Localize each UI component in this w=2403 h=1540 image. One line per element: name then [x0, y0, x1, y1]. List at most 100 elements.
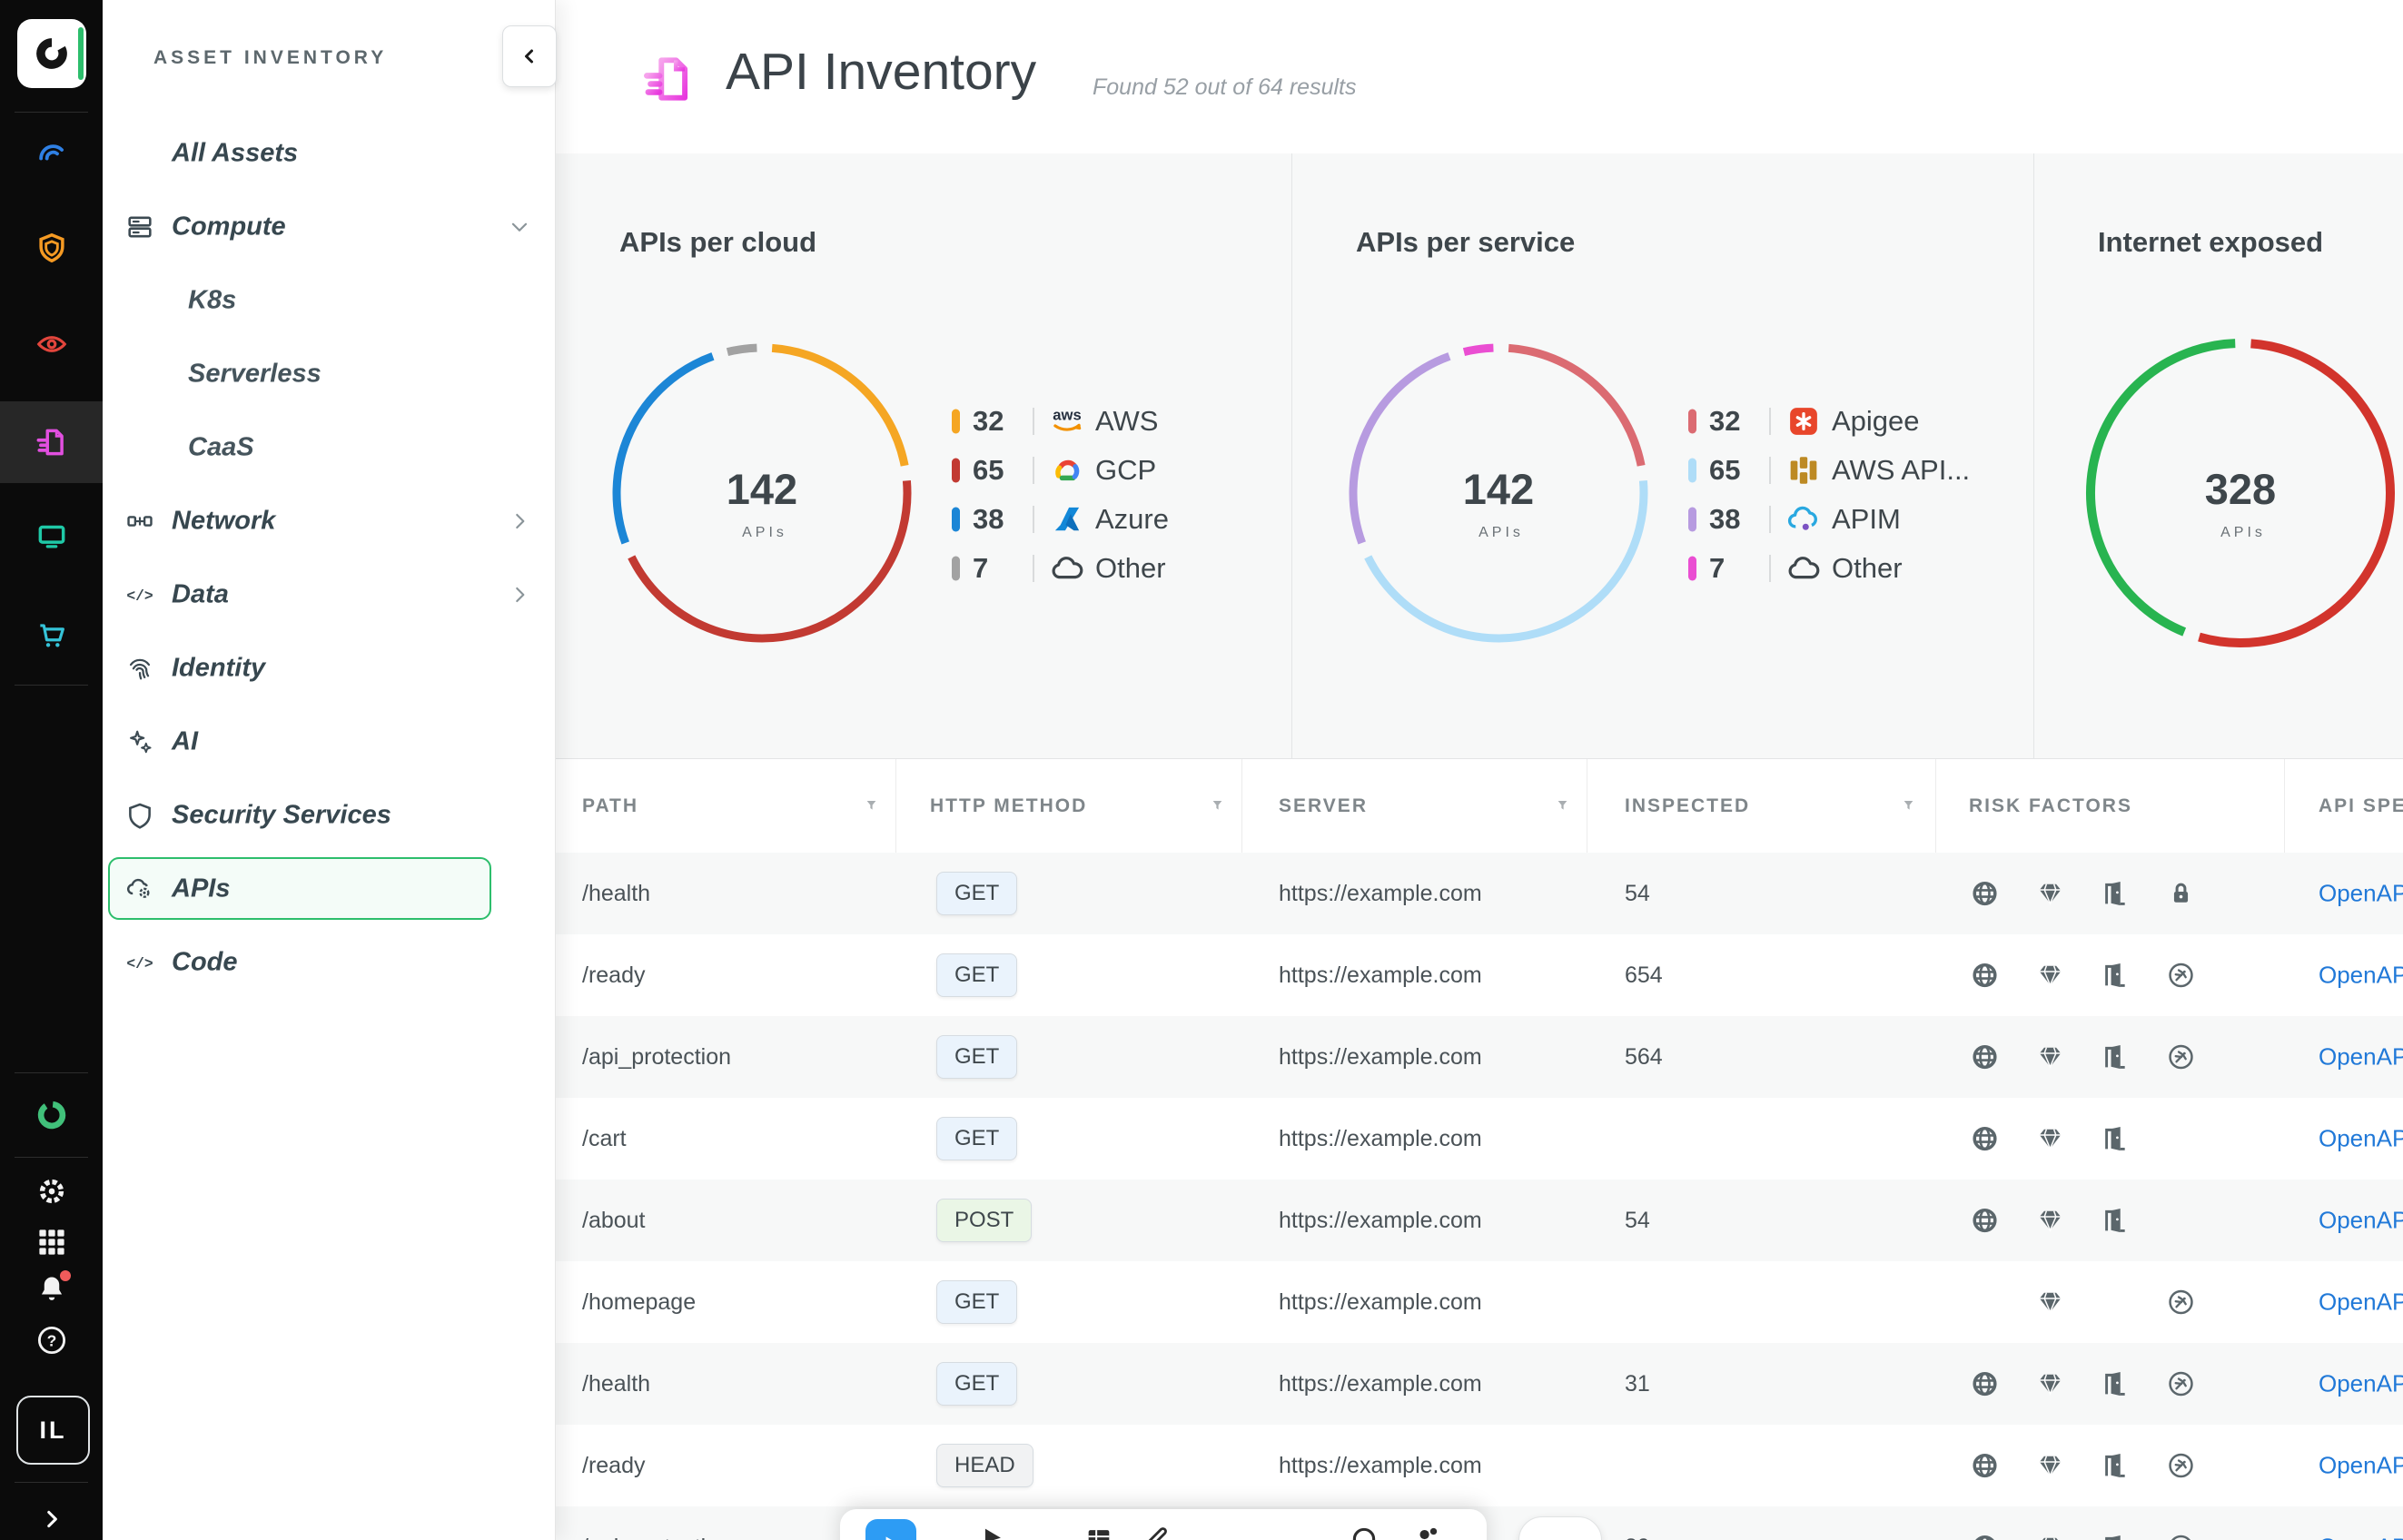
record-icon[interactable]: [1349, 1524, 1380, 1540]
column-header-path[interactable]: PATH: [582, 759, 638, 853]
filter-funnel-icon[interactable]: [1556, 798, 1572, 814]
selection-primary-button[interactable]: [865, 1519, 916, 1540]
sidebar-item-all-assets[interactable]: All Assets: [103, 116, 555, 190]
rail-expand-button[interactable]: [0, 1498, 103, 1540]
sidebar-item-security-services[interactable]: Security Services: [103, 778, 555, 852]
sensitive-data-diamond-icon: [2035, 1369, 2065, 1399]
filter-funnel-icon[interactable]: [1211, 798, 1227, 814]
sidebar-item-caas[interactable]: CaaS: [103, 410, 555, 484]
legend-swatch: [952, 410, 960, 434]
cursor-icon: [879, 1533, 903, 1540]
api-spec-link[interactable]: OpenAP: [2319, 962, 2403, 990]
sidebar-item-serverless[interactable]: Serverless: [103, 337, 555, 410]
api-spec-link[interactable]: OpenAP: [2319, 1370, 2403, 1398]
rail-item-shield-icon[interactable]: [0, 207, 103, 289]
legend-value: 38: [973, 503, 1004, 536]
apigee-icon: [1785, 402, 1823, 440]
sensitive-data-diamond-icon: [2035, 961, 2065, 991]
legend-swatch: [1688, 508, 1696, 532]
sidebar-item-apis[interactable]: APIs: [103, 852, 555, 925]
asset-inventory-sidebar: ASSET INVENTORY All Assets ComputeK8sServ…: [103, 0, 556, 1540]
internet-exposed-globe-icon: [1970, 1206, 2000, 1236]
sidebar-item-k8s[interactable]: K8s: [103, 263, 555, 337]
table-header: PATH HTTP METHOD SERVER INSPECTED RISK FACTO…: [555, 759, 2403, 853]
rail-item-cart-icon[interactable]: [0, 595, 103, 676]
api-spec-link[interactable]: OpenAP: [2319, 1452, 2403, 1480]
rail-item-eye-icon[interactable]: [0, 303, 103, 385]
server-cell: https://example.com: [1279, 853, 1482, 934]
cursor-icon[interactable]: [976, 1524, 1007, 1540]
http-method-badge: GET: [936, 872, 1017, 915]
user-initials-button[interactable]: IL: [16, 1396, 90, 1465]
table-icon[interactable]: [1083, 1524, 1114, 1540]
svg-text:328: 328: [2205, 465, 2276, 513]
legend-apis-per-cloud: 32awsAWS65GCP38Azure7Other: [952, 397, 1251, 593]
user-icon[interactable]: [1410, 1524, 1441, 1540]
svg-text:APIs: APIs: [2220, 525, 2266, 540]
table-row[interactable]: /healthGEThttps://example.com54OpenAP: [555, 853, 2403, 935]
column-header-api-spe[interactable]: API SPE: [2319, 759, 2403, 853]
api-spec-link[interactable]: OpenAP: [2319, 1043, 2403, 1071]
table-row[interactable]: /api_protectionGEThttps://example.com564…: [555, 1016, 2403, 1099]
table-row[interactable]: /aboutPOSThttps://example.com54OpenAP: [555, 1180, 2403, 1262]
filter-funnel-icon[interactable]: [1902, 798, 1918, 814]
chevron-down-icon[interactable]: [508, 215, 531, 239]
sidebar-title: ASSET INVENTORY: [153, 47, 387, 69]
sidebar-item-ai[interactable]: AI: [103, 705, 555, 778]
sidebar-item-label: APIs: [172, 874, 230, 903]
table-row[interactable]: /readyGEThttps://example.com654OpenAP: [555, 934, 2403, 1017]
api-spec-link[interactable]: OpenAP: [2319, 1534, 2403, 1540]
sidebar-item-compute[interactable]: Compute: [103, 190, 555, 263]
column-header-http-method[interactable]: HTTP METHOD: [930, 759, 1087, 853]
api-spec-link[interactable]: OpenAP: [2319, 880, 2403, 908]
brand-logo[interactable]: [17, 19, 86, 88]
table-row[interactable]: /cartGEThttps://example.comOpenAP: [555, 1098, 2403, 1180]
path-cell: /cart: [582, 1098, 627, 1180]
api-spec-link[interactable]: OpenAP: [2319, 1125, 2403, 1153]
rail-divider: [15, 685, 88, 686]
sidebar-item-code[interactable]: </>Code: [103, 925, 555, 999]
api-spec-link[interactable]: OpenAP: [2319, 1207, 2403, 1235]
compute-icon: [124, 212, 155, 242]
rail-item-ring-icon[interactable]: [0, 1074, 103, 1156]
legend-row-other: 7Other: [1688, 544, 1988, 593]
chevron-right-icon[interactable]: [508, 583, 531, 607]
sidebar-item-network[interactable]: Network: [103, 484, 555, 558]
edit-icon[interactable]: [1140, 1524, 1171, 1540]
sensitive-data-diamond-icon: [2035, 1288, 2065, 1318]
sidebar-item-data[interactable]: </>Data: [103, 558, 555, 631]
rail-item-settings-gear-icon[interactable]: [0, 1170, 103, 1213]
chevron-right-icon[interactable]: [508, 509, 531, 533]
lock-icon: [2166, 879, 2196, 909]
column-header-risk-factors[interactable]: RISK FACTORS: [1969, 759, 2132, 853]
table-row[interactable]: /healthGEThttps://example.com31OpenAP: [555, 1343, 2403, 1426]
view-toggle-pill[interactable]: [1518, 1516, 1602, 1540]
column-header-server[interactable]: SERVER: [1279, 759, 1368, 853]
filter-funnel-icon[interactable]: [865, 798, 881, 814]
rail-item-notifications-bell-icon[interactable]: [0, 1268, 103, 1311]
aws-icon: aws: [1048, 402, 1086, 440]
card-divider: [2033, 153, 2034, 758]
rail-item-help-icon[interactable]: ?: [0, 1318, 103, 1362]
rail-item-apps-grid-icon[interactable]: [0, 1220, 103, 1264]
open-door-icon: [2101, 1369, 2131, 1399]
legend-value: 32: [1709, 405, 1740, 438]
table-row[interactable]: /readyHEADhttps://example.comOpenAP: [555, 1425, 2403, 1507]
sidebar-item-identity[interactable]: Identity: [103, 631, 555, 705]
rail-item-dashboard-gauge-icon[interactable]: [0, 113, 103, 194]
legend-row-apim: 38APIM: [1688, 495, 1988, 544]
sidebar-item-label: Data: [172, 579, 229, 609]
bulk-action-toolbar: [840, 1509, 1487, 1540]
path-cell: /homepage: [582, 1261, 696, 1343]
api-spec-link[interactable]: OpenAP: [2319, 1288, 2403, 1317]
inspected-cell: 654: [1625, 934, 1663, 1016]
chevron-right-icon: [40, 1507, 64, 1531]
legend-swatch: [952, 508, 960, 532]
sidebar-collapse-button[interactable]: [502, 25, 557, 87]
column-header-inspected[interactable]: INSPECTED: [1625, 759, 1750, 853]
rail-item-monitor-icon[interactable]: [0, 495, 103, 577]
notification-dot: [60, 1270, 71, 1281]
rail-item-api-icon[interactable]: [0, 401, 103, 483]
table-row[interactable]: /homepageGEThttps://example.comOpenAP: [555, 1261, 2403, 1344]
sidebar-item-label: All Assets: [172, 138, 298, 168]
